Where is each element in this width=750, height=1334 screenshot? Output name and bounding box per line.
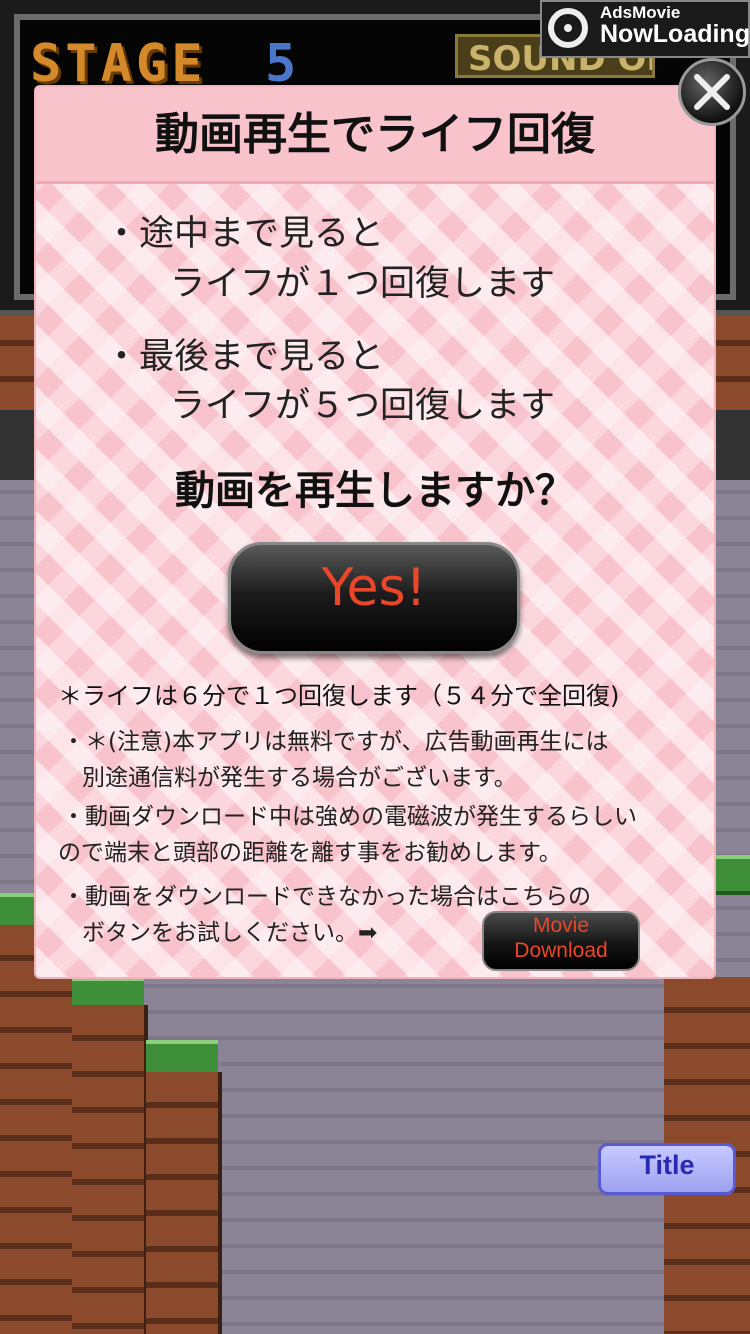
brick-wall-right-top [714, 310, 750, 410]
note-radio-waves: ・動画ダウンロード中は強めの電磁波が発生するらしい [62, 804, 637, 830]
spike-enemy-left [0, 410, 36, 480]
spike-enemy-right [714, 410, 750, 480]
yes-button-label: Yes! [321, 558, 427, 618]
brick-column-3 [146, 1072, 222, 1334]
brick-wall-left-top [0, 310, 40, 410]
stage-number: 5 [265, 34, 297, 94]
stage-label: STAGE [30, 34, 207, 94]
close-button[interactable] [678, 58, 746, 126]
bullet-partial-watch: ・途中まで見ると [104, 214, 385, 254]
movie-download-label: Movie [532, 914, 590, 937]
grass-block [714, 855, 750, 895]
play-video-question: 動画を再生しますか？ [175, 468, 575, 514]
note-download-fallback: ・動画をダウンロードできなかった場合はこちらの [62, 884, 591, 910]
brick-column-2 [72, 1005, 148, 1334]
life-recovery-note: ＊ライフは６分で１つ回復します（５４分で全回復) [58, 682, 620, 710]
bullet-partial-watch-detail: ライフが１つ回復します [170, 264, 556, 304]
loading-ring-icon [548, 8, 588, 48]
brick-column-1 [0, 925, 76, 1334]
dialog-title: 動画再生でライフ回復 [155, 109, 595, 160]
ads-badge-subtitle: NowLoading [600, 20, 750, 48]
movie-download-label: Download [514, 939, 608, 962]
title-button-label: Title [639, 1150, 695, 1180]
note-download-fallback-cont: ボタンをお試しください。➡ [82, 920, 378, 946]
bullet-full-watch-detail: ライフが５つ回復します [170, 386, 556, 426]
close-icon [694, 74, 730, 110]
note-data-charges: ・＊(注意)本アプリは無料ですが、広告動画再生には [62, 729, 609, 755]
note-data-charges-cont: 別途通信料が発生する場合がございます。 [82, 765, 517, 791]
bullet-full-watch: ・最後まで見ると [104, 337, 385, 377]
note-radio-waves-cont: ので端末と頭部の距離を離す事をお勧めします。 [58, 840, 562, 866]
